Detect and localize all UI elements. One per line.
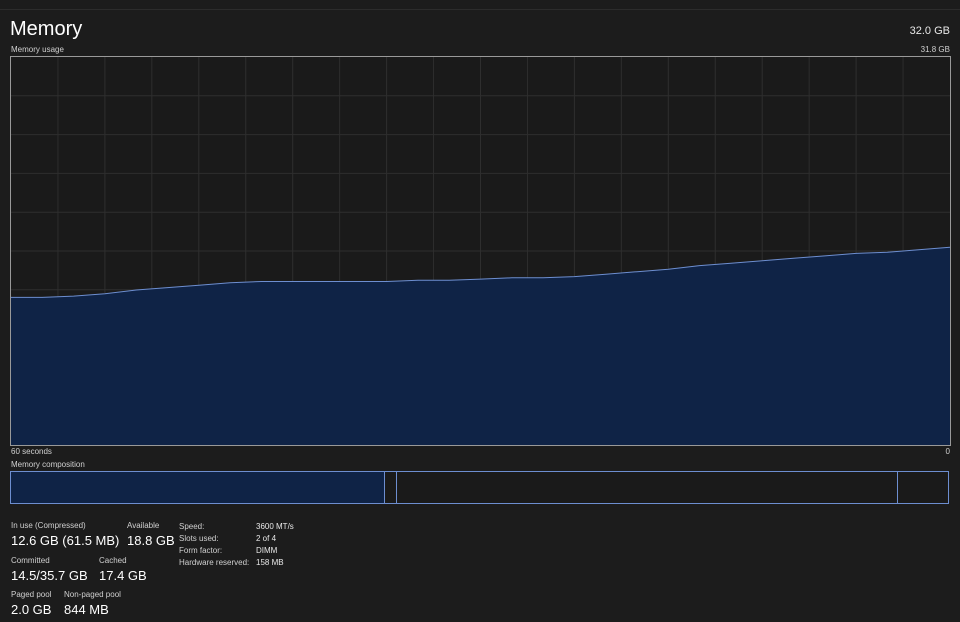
memory-composition-label: Memory composition xyxy=(11,460,85,469)
stat-paged-pool: Paged pool 2.0 GB xyxy=(11,590,51,617)
stat-available-value: 18.8 GB xyxy=(127,533,175,548)
stat-cached-label: Cached xyxy=(99,556,127,565)
composition-free-segment xyxy=(898,472,948,503)
stat-committed-label: Committed xyxy=(11,556,50,565)
stat-available-label: Available xyxy=(127,521,160,530)
composition-modified-segment xyxy=(385,472,397,503)
detail-speed-label: Speed: xyxy=(179,522,205,531)
composition-standby-segment xyxy=(397,472,898,503)
hardware-details: Speed: 3600 MT/s Slots used: 2 of 4 Form… xyxy=(179,521,294,569)
detail-speed: Speed: 3600 MT/s xyxy=(179,521,294,533)
detail-slots-label: Slots used: xyxy=(179,534,219,543)
memory-usage-chart xyxy=(11,57,950,445)
stat-cached: Cached 17.4 GB xyxy=(99,556,147,583)
stat-in-use-label: In use (Compressed) xyxy=(11,521,86,530)
total-memory-label: 32.0 GB xyxy=(909,25,950,37)
detail-hw-reserved: Hardware reserved: 158 MB xyxy=(179,557,294,569)
memory-usage-label: Memory usage xyxy=(11,45,64,54)
detail-form-factor-value: DIMM xyxy=(256,546,278,555)
composition-in-use-segment xyxy=(11,472,385,503)
stat-in-use-value: 12.6 GB (61.5 MB) xyxy=(11,533,120,548)
stat-committed-value: 14.5/35.7 GB xyxy=(11,568,88,583)
stat-paged-pool-value: 2.0 GB xyxy=(11,602,52,617)
graph-x-left-label: 60 seconds xyxy=(11,447,52,456)
stat-non-paged-pool-label: Non-paged pool xyxy=(64,590,121,599)
graph-max-label: 31.8 GB xyxy=(920,45,950,54)
detail-hw-reserved-value: 158 MB xyxy=(256,558,284,567)
graph-x-right-label: 0 xyxy=(945,447,950,456)
memory-usage-graph xyxy=(10,56,951,446)
stat-in-use: In use (Compressed) 12.6 GB (61.5 MB) xyxy=(11,521,119,548)
stat-non-paged-pool: Non-paged pool 844 MB xyxy=(64,590,121,617)
stat-paged-pool-label: Paged pool xyxy=(11,590,52,599)
stat-non-paged-pool-value: 844 MB xyxy=(64,602,109,617)
detail-form-factor-label: Form factor: xyxy=(179,546,223,555)
stat-available: Available 18.8 GB xyxy=(127,521,175,548)
memory-composition-bar xyxy=(10,471,949,504)
detail-slots-value: 2 of 4 xyxy=(256,534,277,543)
page-title: Memory xyxy=(10,18,83,40)
top-divider xyxy=(0,9,960,10)
detail-slots: Slots used: 2 of 4 xyxy=(179,533,294,545)
detail-speed-value: 3600 MT/s xyxy=(256,522,294,531)
stat-cached-value: 17.4 GB xyxy=(99,568,147,583)
detail-form-factor: Form factor: DIMM xyxy=(179,545,294,557)
stat-committed: Committed 14.5/35.7 GB xyxy=(11,556,88,583)
detail-hw-reserved-label: Hardware reserved: xyxy=(179,558,250,567)
